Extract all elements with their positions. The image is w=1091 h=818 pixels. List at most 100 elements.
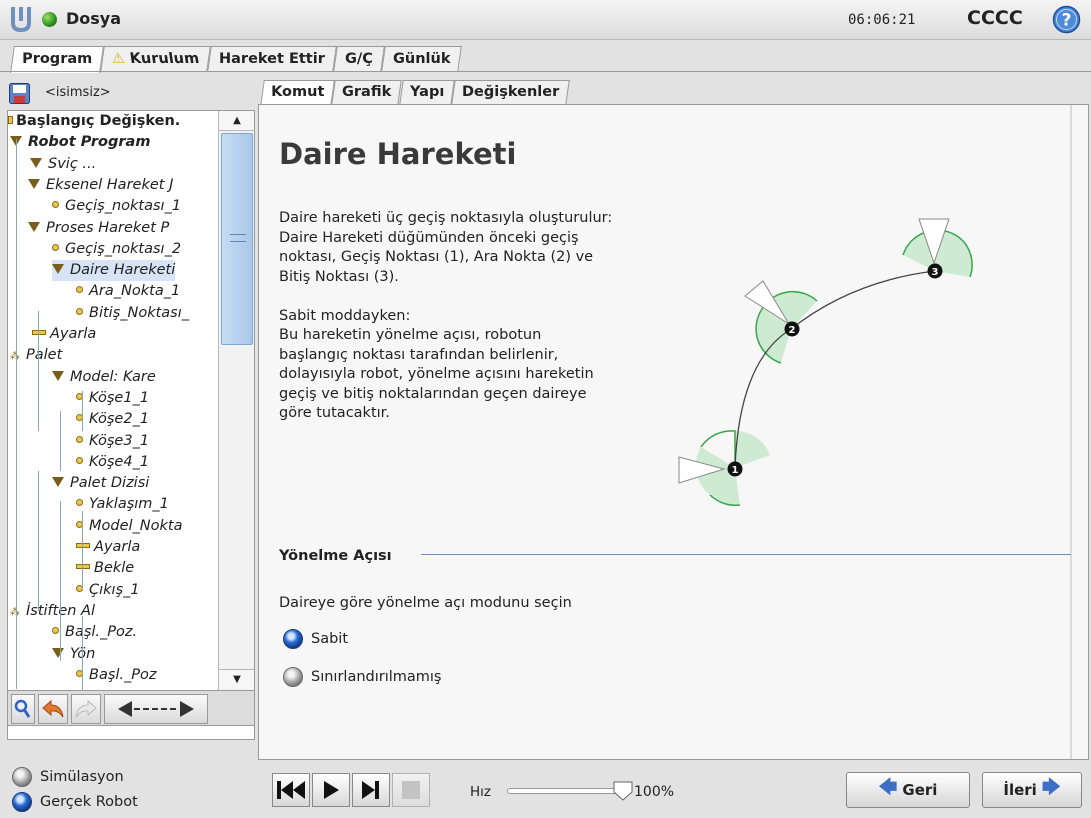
tree-node-label: Başl._Poz: [89, 666, 157, 683]
tree-node-label: Ara_Nokta_1: [89, 283, 181, 300]
scrollbar-thumb[interactable]: [221, 133, 253, 345]
tree-toolbar: [7, 690, 255, 726]
radio-selected-icon[interactable]: [283, 629, 303, 649]
tree-node-label: Yaklaşım_1: [89, 496, 169, 513]
init-variables-icon: [8, 116, 13, 124]
tree-node-label: Başlangıç Değişken.: [16, 113, 181, 129]
tree-node-label: Eksenel Hareket J: [46, 176, 174, 193]
tree-node[interactable]: Yaklaşım_1: [76, 494, 169, 515]
search-button[interactable]: [11, 694, 35, 724]
tree-node[interactable]: Başl._Poz: [76, 665, 157, 686]
tree-node[interactable]: Daire Hareketi: [52, 260, 176, 282]
undo-button[interactable]: [38, 694, 68, 724]
tree-node-label: Köşe4_1: [89, 453, 150, 470]
tab-io[interactable]: G/Ç: [333, 46, 385, 72]
tree-node[interactable]: Proses Hareket P: [28, 218, 169, 239]
tree-node[interactable]: Geçiş_noktası_1: [52, 196, 181, 217]
folder-triangle-icon: [30, 157, 42, 168]
bottom-bar: Simülasyon Gerçek Robot Hız 100% 🡄 Geri …: [0, 762, 1091, 818]
tree-node-label: Sviç ...: [48, 155, 97, 172]
tree-node[interactable]: Köşe2_1: [76, 409, 149, 430]
tab-move[interactable]: Hareket Ettir: [207, 46, 338, 72]
tree-node[interactable]: Bekle: [76, 558, 134, 579]
rewind-button[interactable]: [272, 773, 310, 807]
tree-vertical-scrollbar[interactable]: ▲ ▼: [218, 111, 254, 691]
robot-name: CCCC: [967, 7, 1023, 29]
tree-node[interactable]: Köşe3_1: [76, 431, 149, 452]
tree-node[interactable]: Robot Program: [10, 132, 150, 153]
tree-node[interactable]: Çıkış_1: [76, 580, 140, 601]
step-button[interactable]: [352, 773, 390, 807]
tab-command[interactable]: Komut: [260, 80, 336, 106]
description-text: Daire hareketi üç geçiş noktasıyla oluşt…: [279, 210, 613, 421]
waypoint-icon: [76, 499, 83, 507]
redo-icon: [75, 699, 97, 718]
tab-graphics[interactable]: Grafik: [331, 80, 403, 105]
tree-node[interactable]: Ara_Nokta_1: [76, 281, 180, 302]
tab-log[interactable]: Günlük: [381, 46, 463, 72]
set-command-icon: [76, 543, 90, 548]
tree-node-label: Geçiş_noktası_2: [65, 240, 182, 257]
file-menu[interactable]: Dosya: [66, 9, 121, 28]
tree-node[interactable]: Köşe1_1: [76, 388, 149, 409]
arrow-right-icon: 🡆: [1042, 777, 1061, 798]
tab-program[interactable]: Program: [10, 46, 105, 73]
section-title: Yönelme Açısı: [279, 548, 392, 564]
instruction-text: Daireye göre yönelme açı modunu seçin: [279, 595, 572, 611]
mode-real-robot[interactable]: Gerçek Robot: [12, 791, 138, 813]
program-tree: Başlangıç Değişken. Robot Program Sviç ...…: [7, 110, 255, 740]
set-command-icon: [76, 564, 90, 570]
tree-node[interactable]: Başl._Poz.: [52, 622, 137, 643]
option-fixed[interactable]: Sabit: [283, 628, 348, 650]
option-unconstrained[interactable]: Sınırlandırılmamış: [283, 666, 442, 688]
tab-variables[interactable]: Değişkenler: [451, 80, 570, 105]
stop-button[interactable]: [392, 773, 430, 807]
top-bar: Dosya 06:06:21 CCCC ?: [0, 0, 1091, 40]
tree-node-label: Köşe1_1: [89, 389, 150, 406]
folder-triangle-icon: [28, 178, 40, 189]
scroll-down-icon[interactable]: ▼: [219, 669, 254, 689]
tree-node[interactable]: Geçiş_noktası_2: [52, 239, 181, 260]
help-icon[interactable]: ?: [1052, 5, 1081, 34]
left-right-arrow-icon: [118, 701, 194, 717]
tree-node-label: Bitiş_Noktası_: [89, 304, 190, 321]
radio-unselected-icon[interactable]: [12, 767, 32, 787]
tree-node[interactable]: Model_Nokta: [76, 516, 182, 537]
tree-node-label: Ayarla: [50, 326, 97, 342]
save-icon[interactable]: [9, 83, 30, 104]
tab-installation[interactable]: ⚠ Kurulum: [100, 46, 212, 72]
tab-structure[interactable]: Yapı: [398, 80, 455, 105]
folder-triangle-icon: [52, 370, 64, 381]
stop-icon: [402, 781, 420, 799]
tree-node[interactable]: Bitiş_Noktası_: [76, 303, 189, 324]
tree-node[interactable]: Ayarla: [76, 537, 140, 558]
radio-unselected-icon[interactable]: [283, 667, 303, 687]
redo-button[interactable]: [71, 694, 101, 724]
radio-selected-icon[interactable]: [12, 792, 32, 812]
search-icon: [14, 699, 31, 718]
circle-move-diagram: 1 2 3: [678, 218, 973, 507]
tree-node[interactable]: Ayarla: [32, 324, 96, 345]
play-button[interactable]: [312, 773, 350, 807]
tree-node[interactable]: ⁂ Palet: [10, 345, 62, 366]
tree-node[interactable]: Köşe4_1: [76, 452, 149, 473]
tree-node[interactable]: Model: Kare: [52, 367, 156, 388]
svg-text:?: ?: [1062, 11, 1072, 31]
move-node-button[interactable]: [104, 694, 208, 724]
tree-node[interactable]: Eksenel Hareket J: [28, 175, 173, 196]
speed-slider[interactable]: [507, 788, 627, 794]
tree-node[interactable]: Sviç ...: [30, 154, 96, 175]
next-button[interactable]: İleri 🡆: [982, 772, 1082, 808]
tree-node-label: Ayarla: [94, 539, 141, 555]
tree-node[interactable]: Palet Dizisi: [52, 473, 149, 494]
folder-triangle-icon: [28, 221, 40, 232]
tree-node[interactable]: Yön: [52, 644, 95, 665]
speed-slider-handle[interactable]: [612, 780, 634, 802]
tree-node-label: Daire Hareketi: [70, 262, 176, 279]
command-tabs: Komut Grafik Yapı Değişkenler: [260, 80, 570, 106]
tree-node[interactable]: Başlangıç Değişken.: [8, 111, 180, 132]
mode-simulation[interactable]: Simülasyon: [12, 766, 124, 788]
waypoint-icon: [76, 286, 83, 294]
scroll-up-icon[interactable]: ▲: [219, 111, 254, 131]
back-button[interactable]: 🡄 Geri: [846, 772, 970, 808]
